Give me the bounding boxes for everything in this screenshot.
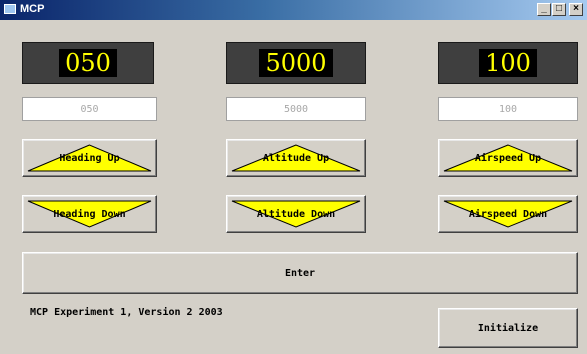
heading-display-value: 050 <box>59 49 117 77</box>
heading-display: 050 <box>22 42 154 84</box>
altitude-up-button[interactable]: Altitude Up <box>226 139 366 177</box>
airspeed-display-value: 100 <box>479 49 537 77</box>
heading-input[interactable]: 050 <box>22 97 157 121</box>
heading-down-label: Heading Down <box>53 208 126 220</box>
initialize-button[interactable]: Initialize <box>438 308 578 348</box>
version-caption: MCP Experiment 1, Version 2 2003 <box>30 307 223 318</box>
altitude-display-value: 5000 <box>259 49 333 77</box>
title-bar: MCP _ □ × <box>0 0 587 20</box>
airspeed-up-label: Airspeed Up <box>474 152 542 164</box>
app-icon <box>4 4 16 14</box>
airspeed-display: 100 <box>438 42 578 84</box>
heading-up-label: Heading Up <box>59 152 120 164</box>
altitude-down-label: Altitude Down <box>256 208 336 220</box>
airspeed-up-button[interactable]: Airspeed Up <box>438 139 578 177</box>
minimize-button[interactable]: _ <box>537 3 551 16</box>
altitude-input[interactable]: 5000 <box>226 97 366 121</box>
close-button[interactable]: × <box>569 3 583 16</box>
heading-up-button[interactable]: Heading Up <box>22 139 157 177</box>
airspeed-down-button[interactable]: Airspeed Down <box>438 195 578 233</box>
altitude-up-label: Altitude Up <box>262 152 330 164</box>
altitude-display: 5000 <box>226 42 366 84</box>
window-title: MCP <box>20 3 45 15</box>
heading-down-button[interactable]: Heading Down <box>22 195 157 233</box>
enter-button[interactable]: Enter <box>22 252 578 294</box>
airspeed-input[interactable]: 100 <box>438 97 578 121</box>
maximize-button[interactable]: □ <box>552 3 566 16</box>
altitude-down-button[interactable]: Altitude Down <box>226 195 366 233</box>
airspeed-down-label: Airspeed Down <box>468 208 548 220</box>
